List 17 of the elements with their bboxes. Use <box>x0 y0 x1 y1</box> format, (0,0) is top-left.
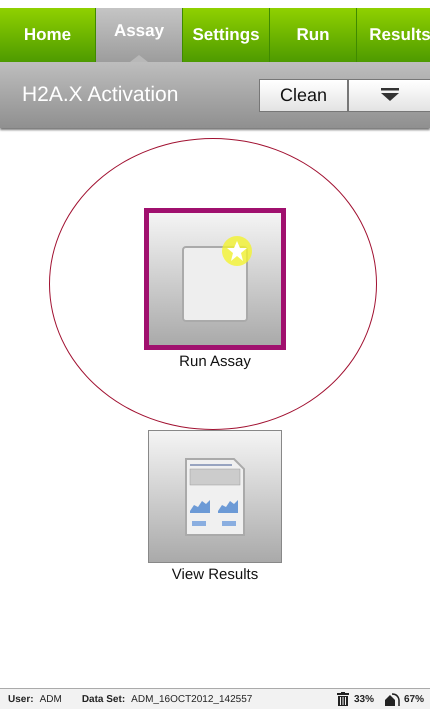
tile-label: View Results <box>172 566 258 583</box>
dropdown-icon <box>380 88 400 102</box>
dataset-label: Data Set: <box>82 694 126 704</box>
assay-tile[interactable] <box>144 208 286 350</box>
dataset-value: ADM_16OCT2012_142557 <box>131 694 254 704</box>
trash-percent: 33% <box>354 694 374 704</box>
menu-button[interactable] <box>348 78 430 112</box>
storage-icon <box>384 692 400 706</box>
assay-title: H2A.X Activation <box>22 83 180 107</box>
clean-button[interactable]: Clean <box>259 78 348 112</box>
user-value: ADM <box>40 694 62 704</box>
user-label: User: <box>8 694 34 704</box>
storage-percent: 67% <box>404 694 424 704</box>
trash-icon <box>336 692 349 706</box>
tile-label: Run Assay <box>179 353 251 370</box>
assay-tile[interactable] <box>148 430 282 563</box>
nav-tab[interactable]: Assay <box>96 8 183 62</box>
